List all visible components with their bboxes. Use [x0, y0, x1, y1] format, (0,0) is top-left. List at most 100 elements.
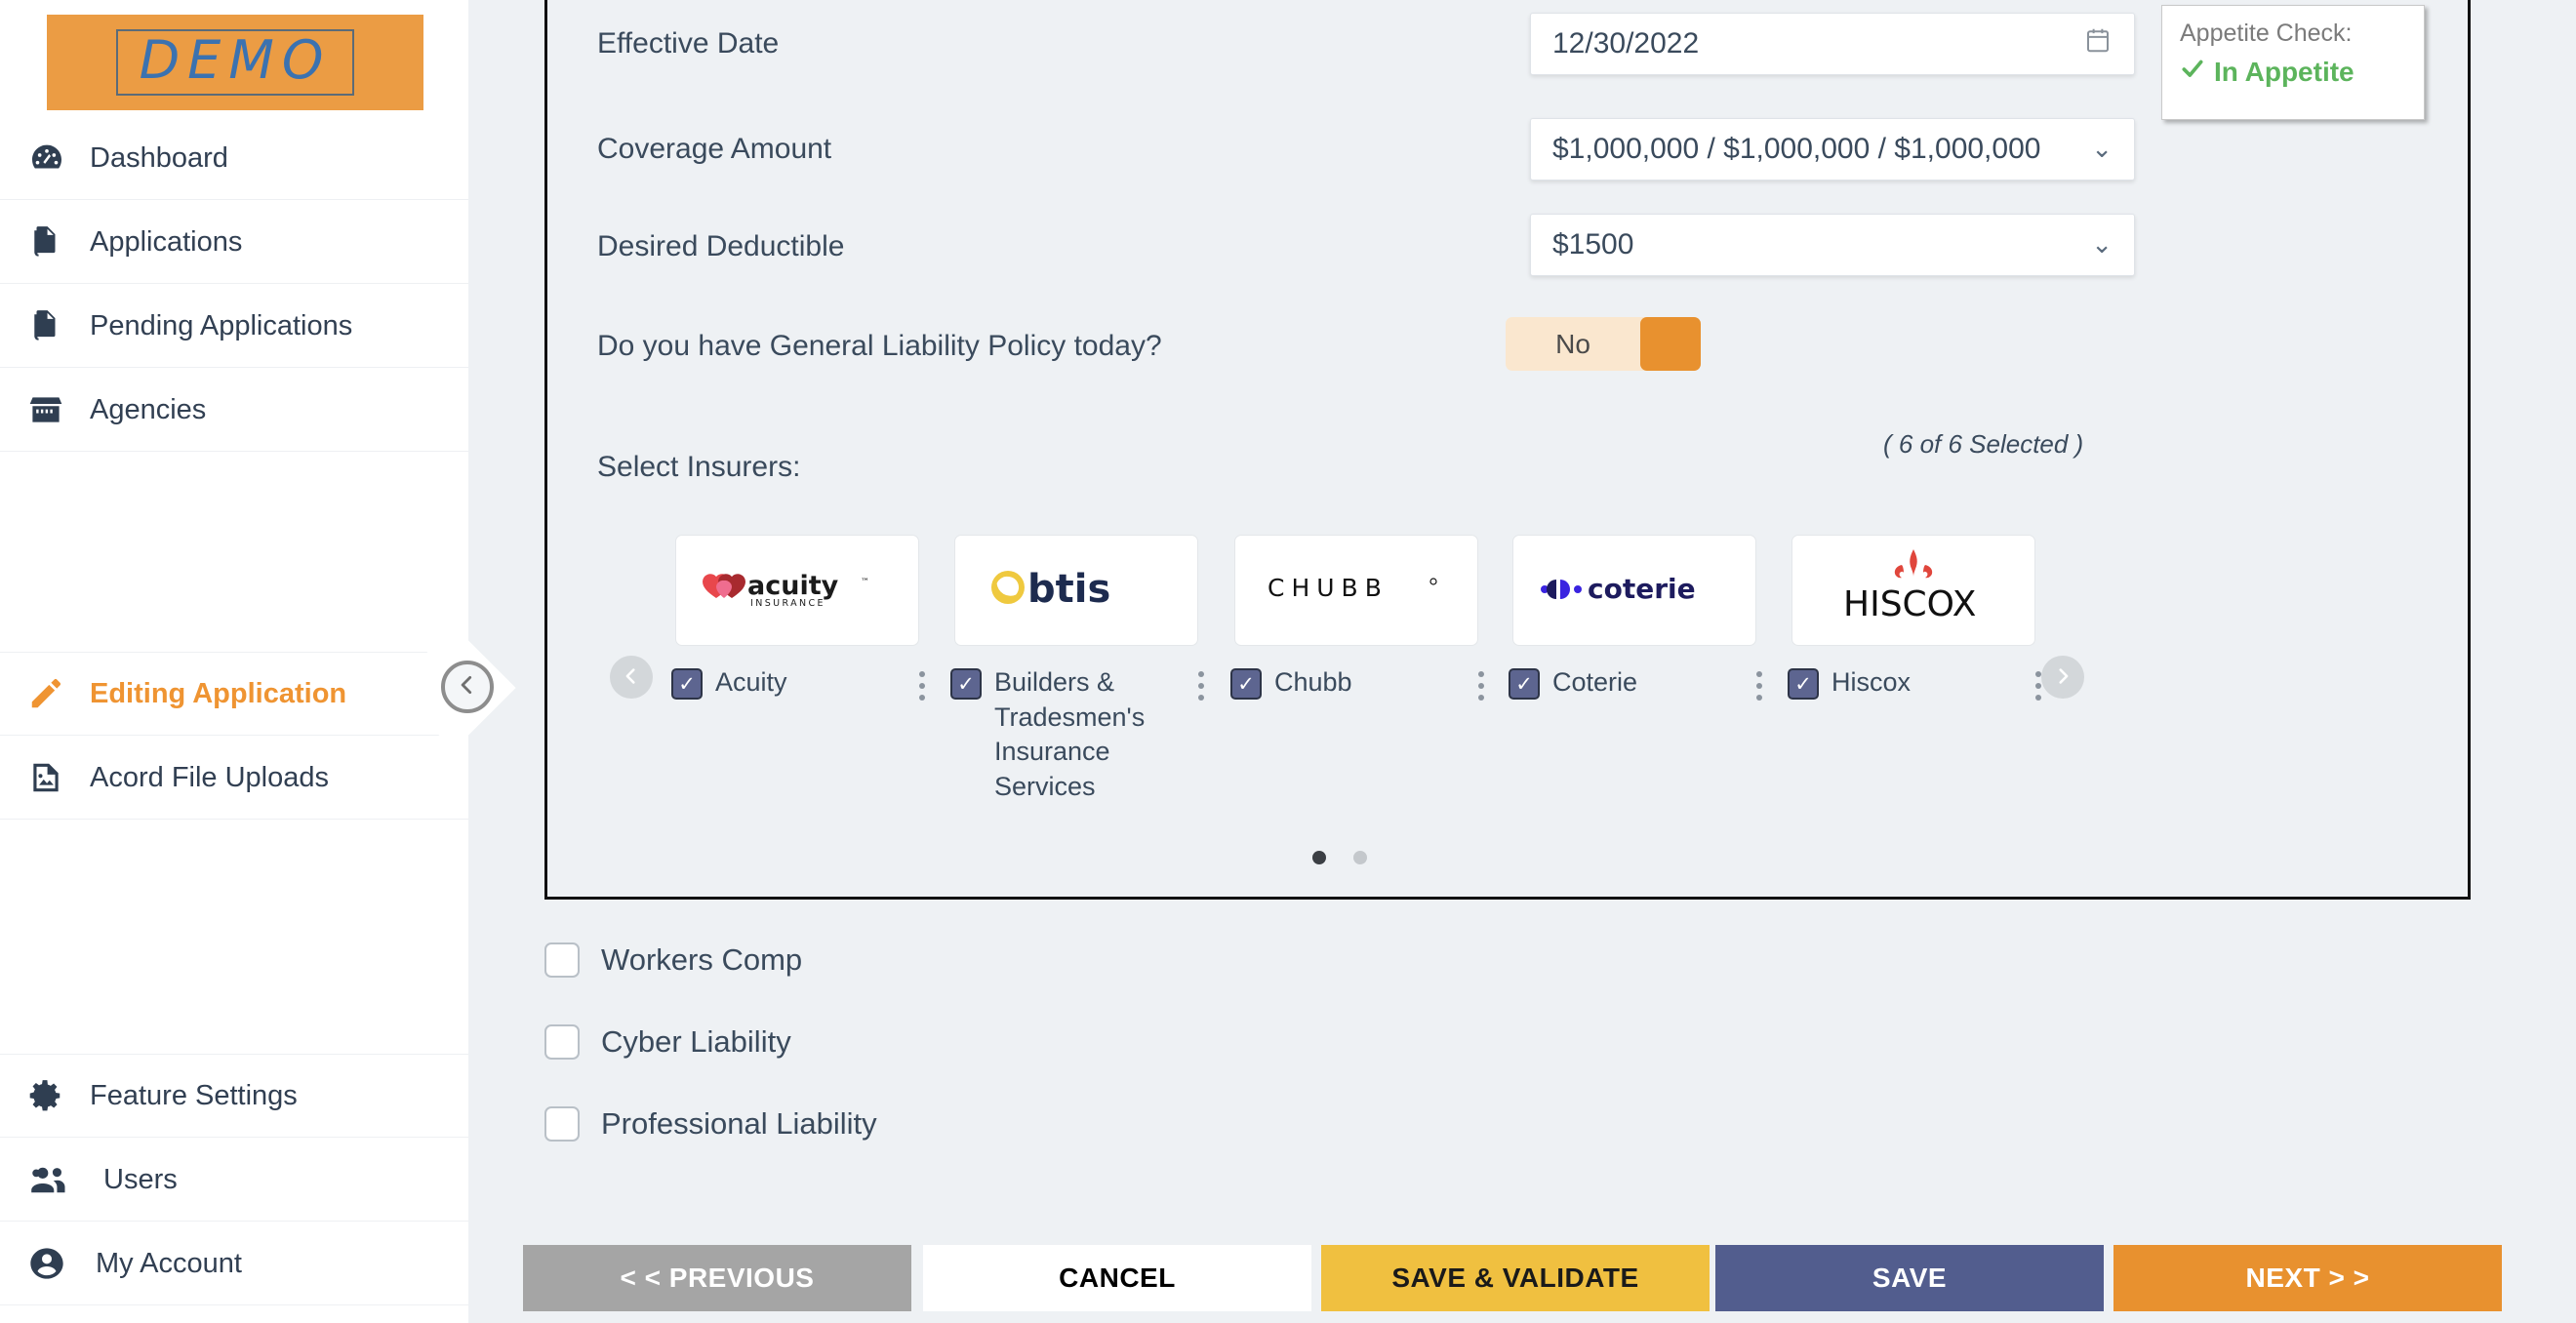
chevron-right-icon: [2052, 661, 2073, 695]
coverage-amount-select[interactable]: $1,000,000 / $1,000,000 / $1,000,000 ⌄: [1530, 118, 2135, 180]
insurer-logo-card[interactable]: coterie: [1512, 535, 1756, 646]
sidebar-item-users[interactable]: Users: [0, 1139, 468, 1222]
chevron-left-icon: [621, 661, 642, 695]
gl-policy-toggle-value: No: [1555, 328, 1590, 359]
chevron-down-icon: ⌄: [2091, 230, 2113, 260]
coverage-option-workers-comp[interactable]: Workers Comp: [544, 942, 802, 978]
insurer-name: Coterie: [1552, 667, 1638, 697]
sidebar-item-label: My Account: [96, 1247, 242, 1279]
gl-policy-label: Do you have General Liability Policy tod…: [597, 330, 1162, 362]
sidebar-item-feature-settings[interactable]: Feature Settings: [0, 1055, 468, 1138]
toggle-knob: [1640, 317, 1701, 371]
insurer-logo-card[interactable]: btis: [954, 535, 1198, 646]
previous-button[interactable]: < < PREVIOUS: [523, 1245, 911, 1311]
coverage-option-label: Cyber Liability: [601, 1024, 791, 1059]
appetite-check-title: Appetite Check:: [2180, 20, 2353, 47]
save-validate-button[interactable]: SAVE & VALIDATE: [1321, 1245, 1710, 1311]
carousel-dot-active[interactable]: [1312, 851, 1326, 864]
sidebar-collapse-button[interactable]: [441, 661, 494, 713]
checkbox[interactable]: [544, 942, 580, 978]
sidebar: DEMO Dashboard Applications Pending Appl…: [0, 0, 468, 1323]
insurer-logo-card[interactable]: HISCOX: [1791, 535, 2035, 646]
desired-deductible-label: Desired Deductible: [597, 230, 845, 262]
gl-policy-toggle[interactable]: No: [1506, 317, 1701, 371]
insurer-item: ✓ Builders & Tradesmen's Insurance Servi…: [950, 665, 1212, 805]
insurer-name: Builders & Tradesmen's Insurance Service…: [994, 667, 1146, 801]
svg-text:INSURANCE: INSURANCE: [750, 598, 825, 609]
svg-text:HISCOX: HISCOX: [1843, 584, 1976, 624]
gauge-icon: [27, 139, 84, 178]
effective-date-row: Effective Date: [597, 27, 779, 60]
coverage-option-professional-liability[interactable]: Professional Liability: [544, 1106, 877, 1142]
checkbox[interactable]: [544, 1024, 580, 1060]
sidebar-item-acord-file-uploads[interactable]: Acord File Uploads: [0, 737, 468, 820]
insurer-checkbox[interactable]: ✓: [1509, 668, 1540, 700]
sidebar-item-label: Feature Settings: [90, 1079, 298, 1111]
cancel-button[interactable]: CANCEL: [923, 1245, 1311, 1311]
chevron-down-icon: ⌄: [2091, 135, 2113, 164]
carousel-prev-button[interactable]: [610, 656, 653, 699]
gl-policy-row: Do you have General Liability Policy tod…: [597, 330, 1162, 363]
kebab-menu-icon[interactable]: [911, 671, 933, 701]
chubb-logo: CHUBB: [1264, 572, 1449, 610]
calendar-icon[interactable]: [2083, 25, 2113, 62]
sidebar-item-label: Users: [103, 1163, 178, 1195]
documents-icon: [27, 307, 84, 344]
appetite-check-status: In Appetite: [2180, 56, 2406, 88]
sidebar-item-label: Editing Application: [90, 677, 347, 709]
documents-icon: [27, 223, 84, 261]
appetite-check-status-text: In Appetite: [2214, 56, 2355, 87]
image-file-icon: [27, 759, 84, 796]
acuity-logo: acuity INSURANCE ™: [695, 565, 900, 617]
chevron-left-icon: [455, 672, 480, 702]
sidebar-item-label: Applications: [90, 225, 243, 258]
sidebar-item-dashboard[interactable]: Dashboard: [0, 117, 468, 200]
app-logo: DEMO: [47, 15, 423, 110]
svg-text:CHUBB: CHUBB: [1268, 574, 1389, 602]
insurer-logo-card[interactable]: acuity INSURANCE ™: [675, 535, 919, 646]
insurer-checkbox[interactable]: ✓: [950, 668, 982, 700]
carousel-dot[interactable]: [1353, 851, 1367, 864]
next-button[interactable]: NEXT > >: [2113, 1245, 2502, 1311]
sidebar-item-my-account[interactable]: My Account: [0, 1223, 468, 1305]
kebab-menu-icon[interactable]: [1749, 671, 1770, 701]
insurer-checkbox[interactable]: ✓: [1230, 668, 1262, 700]
sidebar-item-applications[interactable]: Applications: [0, 201, 468, 284]
users-icon: [27, 1159, 84, 1200]
sidebar-spacer: [0, 821, 468, 1055]
coverage-option-cyber-liability[interactable]: Cyber Liability: [544, 1024, 791, 1060]
insurer-checkbox[interactable]: ✓: [1788, 668, 1819, 700]
sidebar-item-label: Acord File Uploads: [90, 761, 329, 793]
sidebar-item-logout[interactable]: Logout: [0, 1306, 468, 1323]
sidebar-item-pending-applications[interactable]: Pending Applications: [0, 285, 468, 368]
insurer-logo-card[interactable]: CHUBB: [1234, 535, 1478, 646]
check-icon: [2180, 56, 2205, 88]
svg-text:™: ™: [861, 578, 869, 587]
sidebar-item-agencies[interactable]: Agencies: [0, 369, 468, 452]
insurer-item: ✓ Coterie: [1509, 665, 1770, 701]
kebab-menu-icon[interactable]: [1470, 671, 1492, 701]
effective-date-label: Effective Date: [597, 27, 780, 60]
kebab-menu-icon[interactable]: [1190, 671, 1212, 701]
user-circle-icon: [27, 1244, 84, 1283]
desired-deductible-value: $1500: [1552, 228, 1634, 261]
appetite-check-badge: Appetite Check: In Appetite: [2161, 5, 2425, 120]
save-button[interactable]: SAVE: [1715, 1245, 2104, 1311]
hiscox-logo: HISCOX: [1826, 543, 2001, 638]
store-icon: [27, 391, 84, 428]
coterie-logo: coterie: [1537, 570, 1732, 612]
checkbox[interactable]: [544, 1106, 580, 1142]
logo-text: DEMO: [115, 28, 355, 97]
coverage-option-label: Professional Liability: [601, 1106, 877, 1141]
insurer-name: Acuity: [715, 667, 787, 697]
desired-deductible-select[interactable]: $1500 ⌄: [1530, 214, 2135, 276]
select-insurers-row: Select Insurers:: [597, 451, 800, 484]
carousel-next-button[interactable]: [2041, 656, 2084, 699]
insurer-checkbox[interactable]: ✓: [671, 668, 703, 700]
effective-date-input[interactable]: 12/30/2022: [1530, 13, 2135, 75]
sidebar-item-label: Agencies: [90, 393, 207, 425]
svg-text:coterie: coterie: [1588, 573, 1696, 605]
pencil-icon: [27, 675, 84, 712]
effective-date-value: 12/30/2022: [1552, 27, 1700, 60]
coverage-amount-value: $1,000,000 / $1,000,000 / $1,000,000: [1552, 133, 2041, 165]
